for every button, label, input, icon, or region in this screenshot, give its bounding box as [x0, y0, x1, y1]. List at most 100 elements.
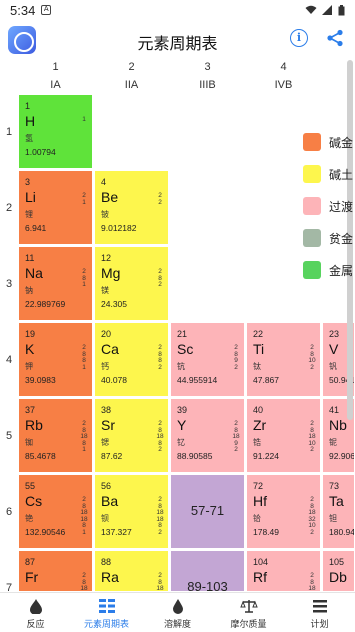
- atomic-mass: 22.989769: [25, 299, 66, 309]
- electron-shells: 2 8 18 9 2: [232, 420, 240, 453]
- column-group: IIIB: [199, 79, 216, 91]
- atomic-number: 4: [101, 177, 107, 187]
- row-header: 5: [5, 430, 13, 442]
- element-cell[interactable]: 3 Li 锂 6.941 2 1: [18, 170, 93, 245]
- atomic-mass: 88.90585: [177, 451, 213, 461]
- nav-label: 计划: [310, 620, 329, 630]
- column-group: IIA: [124, 79, 139, 91]
- element-cell[interactable]: 55 Cs 铯 132.90546 2 8 18 18 8 1: [18, 474, 93, 549]
- atomic-number: 104: [253, 557, 269, 567]
- electron-shells: 2 8 18 10 2: [308, 420, 316, 453]
- column-number: 2: [128, 61, 135, 73]
- grid-icon: [98, 599, 115, 613]
- element-name: 锶: [101, 438, 109, 447]
- atomic-number: 105: [329, 557, 345, 567]
- atomic-mass: 40.078: [101, 375, 127, 385]
- atomic-mass: 92.906: [329, 451, 355, 461]
- legend-label: 碱土: [329, 167, 354, 182]
- nav-item[interactable]: 反应: [0, 593, 71, 632]
- element-cell[interactable]: 88 Ra 2 8 18 32: [94, 550, 169, 592]
- electron-shells: 2 8 18 8 1: [80, 420, 88, 453]
- legend-item: 碱金: [303, 130, 355, 154]
- legend-swatch: [303, 133, 321, 151]
- legend-label: 碱金: [329, 135, 354, 150]
- element-symbol: Nb: [329, 417, 347, 433]
- wifi-icon: [305, 5, 317, 14]
- info-button[interactable]: i: [290, 29, 308, 47]
- element-name: 铌: [329, 438, 337, 447]
- legend-swatch: [303, 261, 321, 279]
- column-header: 1 IA: [18, 58, 93, 94]
- notification-icon: A: [41, 5, 52, 15]
- element-cell[interactable]: 105 Db: [322, 550, 355, 592]
- nav-item[interactable]: 元素周期表: [71, 593, 142, 632]
- element-symbol: Sc: [177, 341, 194, 357]
- atomic-number: 21: [177, 329, 188, 339]
- legend-label: 过渡: [329, 199, 354, 214]
- legend-swatch: [303, 165, 321, 183]
- atomic-number: 19: [25, 329, 36, 339]
- legend-label: 金属: [329, 263, 354, 278]
- row-header: 4: [5, 354, 13, 366]
- element-name: 钛: [253, 362, 261, 371]
- element-cell[interactable]: 37 Rb 铷 85.4678 2 8 18 8 1: [18, 398, 93, 473]
- element-name: 钪: [177, 362, 185, 371]
- atomic-number: 12: [101, 253, 112, 263]
- atomic-number: 20: [101, 329, 112, 339]
- atomic-mass: 178.49: [253, 527, 279, 537]
- row-header: 1: [5, 126, 13, 138]
- electron-shells: 2 8 9 2: [234, 344, 238, 371]
- electron-shells: 2 8 18 32: [156, 572, 164, 592]
- nav-item[interactable]: 摩尔质量: [213, 593, 284, 632]
- element-name: 钾: [25, 362, 33, 371]
- column-header: 3 IIIB: [170, 58, 245, 94]
- element-cell[interactable]: 21 Sc 钪 44.955914 2 8 9 2: [170, 322, 245, 397]
- element-symbol: Y: [177, 417, 187, 433]
- element-symbol: Sr: [101, 417, 115, 433]
- flask-icon: [29, 599, 42, 614]
- nav-label: 元素周期表: [83, 620, 129, 630]
- atomic-mass: 24.305: [101, 299, 127, 309]
- element-cell[interactable]: 72 Hf 铪 178.49 2 8 18 32 10 2: [246, 474, 321, 549]
- element-cell[interactable]: 87 Fr 2 8 18 32: [18, 550, 93, 592]
- atomic-number: 72: [253, 481, 264, 491]
- element-cell[interactable]: 4 Be 铍 9.012182 2 2: [94, 170, 169, 245]
- element-cell[interactable]: 39 Y 钇 88.90585 2 8 18 9 2: [170, 398, 245, 473]
- column-group: IVB: [274, 79, 293, 91]
- electron-shells: 2 2: [158, 192, 162, 206]
- element-cell[interactable]: 12 Mg 镁 24.305 2 8 2: [94, 246, 169, 321]
- electron-shells: 2 8 10 2: [308, 344, 316, 371]
- electron-shells: 2 8 8 2: [158, 344, 162, 371]
- electron-shells: 2 8 18 18 8 1: [80, 496, 88, 536]
- atomic-mass: 85.4678: [25, 451, 56, 461]
- element-cell[interactable]: 73 Ta 钽 180.94: [322, 474, 355, 549]
- column-number: 1: [52, 61, 59, 73]
- series-cell[interactable]: 57-71: [170, 474, 245, 549]
- electron-shells: 2 8 18 18 8 2: [156, 496, 164, 536]
- element-cell[interactable]: 11 Na 钠 22.989769 2 8 1: [18, 246, 93, 321]
- nav-item[interactable]: 溶解度: [142, 593, 213, 632]
- element-cell[interactable]: 104 Rf 2 8 18 32: [246, 550, 321, 592]
- nav-item[interactable]: 计划: [284, 593, 355, 632]
- share-icon[interactable]: [326, 29, 344, 47]
- element-cell[interactable]: 22 Ti 钛 47.867 2 8 10 2: [246, 322, 321, 397]
- series-cell[interactable]: 89-103: [170, 550, 245, 592]
- element-cell[interactable]: 20 Ca 钙 40.078 2 8 8 2: [94, 322, 169, 397]
- element-cell[interactable]: 40 Zr 锆 91.224 2 8 18 10 2: [246, 398, 321, 473]
- element-cell[interactable]: 56 Ba 钡 137.327 2 8 18 18 8 2: [94, 474, 169, 549]
- element-name: 锂: [25, 210, 33, 219]
- electron-shells: 2 8 1: [82, 268, 86, 288]
- element-symbol: Mg: [101, 265, 121, 281]
- element-name: 铷: [25, 438, 33, 447]
- legend-swatch: [303, 197, 321, 215]
- element-cell[interactable]: 1 H 氢 1.00794 1: [18, 94, 93, 169]
- element-cell[interactable]: 19 K 钾 39.0983 2 8 8 1: [18, 322, 93, 397]
- atomic-number: 73: [329, 481, 340, 491]
- electron-shells: 2 8 2: [158, 268, 162, 288]
- nav-label: 溶解度: [163, 620, 191, 630]
- column-number: 3: [204, 61, 211, 73]
- atomic-number: 37: [25, 405, 36, 415]
- element-name: 锆: [253, 438, 261, 447]
- element-cell[interactable]: 38 Sr 锶 87.62 2 8 18 8 2: [94, 398, 169, 473]
- electron-shells: 2 8 18 32: [80, 572, 88, 592]
